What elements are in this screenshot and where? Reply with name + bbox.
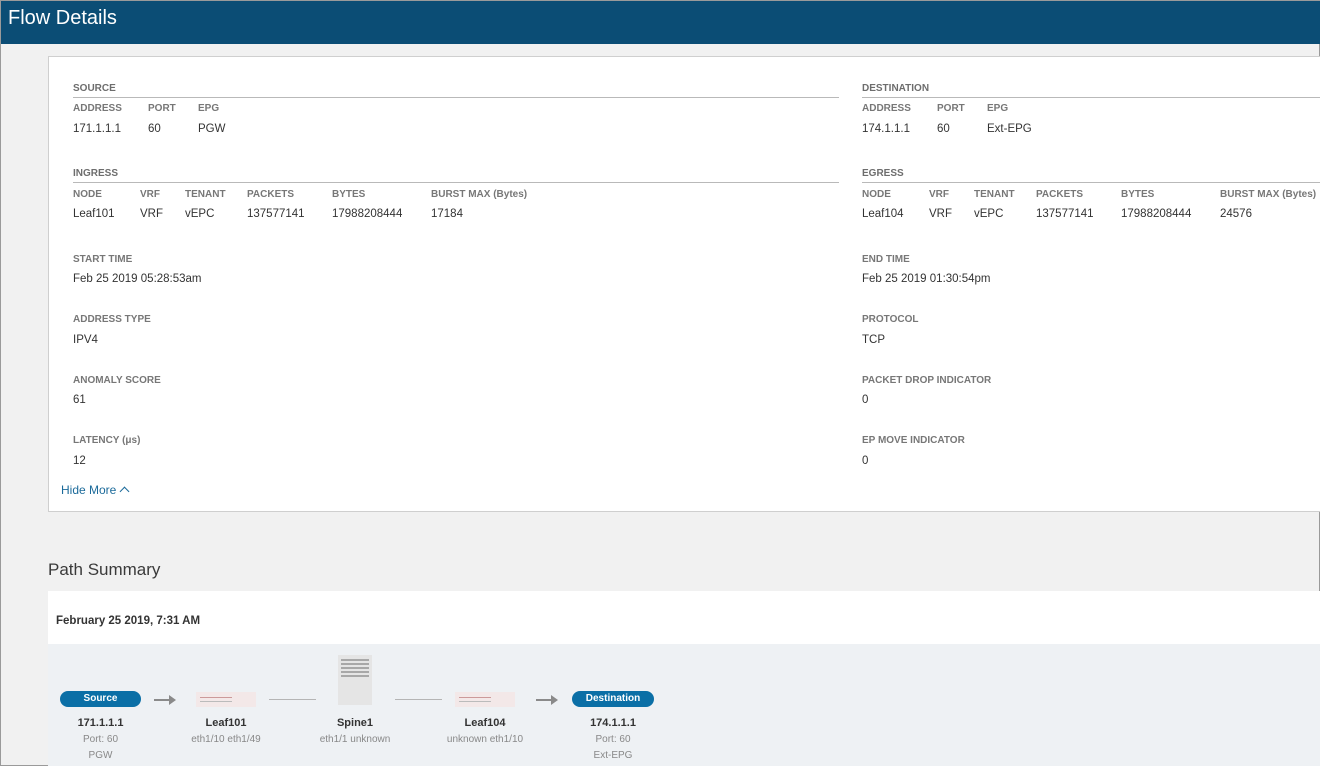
destination-divider [862,97,1320,98]
leaf101-name: Leaf101 [205,717,247,729]
destination-port-value: 60 [937,123,950,135]
hide-more-label: Hide More [61,483,117,497]
destination-address-value: 174.1.1.1 [862,123,910,135]
spine1-name: Spine1 [336,717,374,729]
egress-node-value: Leaf104 [862,208,904,220]
source-epg-value: PGW [198,123,226,135]
source-epg-label: EPG [198,103,220,114]
source-port-label: PORT [148,103,176,114]
flow-details-card: SOURCE ADDRESS PORT EPG 171.1.1.1 60 PGW… [48,56,1320,512]
path-summary-card: February 25 2019, 7:31 AM Source 171.1.1… [48,591,1320,766]
window-title-bar: Flow Details [1,1,1320,44]
source-address: 171.1.1.1 [77,717,124,729]
destination-pill[interactable]: Destination [572,691,654,707]
ingress-bytes-value: 17988208444 [332,208,403,220]
ingress-tenant-label: TENANT [185,189,226,200]
egress-packets-value: 137577141 [1036,208,1094,220]
latency-label: LATENCY (μs) [73,435,141,446]
leaf101-node-icon[interactable] [196,692,256,707]
egress-section-header: EGRESS [862,168,904,179]
anomaly-score-label: ANOMALY SCORE [73,375,161,386]
window-title: Flow Details [8,7,117,29]
destination-section-header: DESTINATION [862,83,930,94]
leaf101-ports: eth1/10 eth1/49 [191,734,261,745]
ingress-node-label: NODE [73,189,102,200]
ep-move-indicator-label: EP MOVE INDICATOR [862,435,965,446]
source-epg: PGW [88,750,113,761]
end-time-value: Feb 25 2019 01:30:54pm [862,273,991,285]
destination-epg-label: EPG [987,103,1009,114]
egress-divider [862,182,1320,183]
path-summary-title: Path Summary [48,560,161,579]
ingress-burst-max-label: BURST MAX (Bytes) [431,189,528,200]
path-summary-date: February 25 2019, 7:31 AM [56,615,201,627]
egress-tenant-label: TENANT [974,189,1015,200]
ingress-burst-max-value: 17184 [431,208,463,220]
ep-move-indicator-value: 0 [862,455,869,467]
source-port: Port: 60 [82,734,119,745]
egress-node-label: NODE [862,189,891,200]
destination-port-label: PORT [937,103,965,114]
latency-value: 12 [73,455,86,467]
egress-bytes-label: BYTES [1121,189,1155,200]
source-port-value: 60 [148,123,161,135]
egress-vrf-label: VRF [929,189,949,200]
protocol-label: PROTOCOL [862,314,919,325]
start-time-label: START TIME [73,254,133,265]
address-type-label: ADDRESS TYPE [73,314,151,325]
anomaly-score-value: 61 [73,394,86,406]
protocol-value: TCP [862,334,885,346]
destination-epg: Ext-EPG [593,750,633,761]
source-address-value: 171.1.1.1 [73,123,121,135]
ingress-packets-value: 137577141 [247,208,305,220]
source-divider [73,97,839,98]
source-pill[interactable]: Source [60,691,141,707]
destination-address-label: ADDRESS [862,103,911,114]
chevron-up-icon [119,486,130,497]
leaf104-node-icon[interactable] [455,692,515,707]
ingress-divider [73,182,839,183]
end-time-label: END TIME [862,254,910,265]
start-time-value: Feb 25 2019 05:28:53am [73,273,202,285]
egress-bytes-value: 17988208444 [1121,208,1192,220]
destination-port: Port: 60 [595,734,631,745]
destination-epg-value: Ext-EPG [987,123,1032,135]
source-section-header: SOURCE [73,83,116,94]
address-type-value: IPV4 [73,334,98,346]
spine1-node-icon[interactable] [338,655,372,705]
egress-tenant-value: vEPC [974,208,1004,220]
ingress-bytes-label: BYTES [332,189,366,200]
ingress-node-value: Leaf101 [73,208,115,220]
egress-burst-max-label: BURST MAX (Bytes) [1220,189,1317,200]
source-address-label: ADDRESS [73,103,122,114]
path-diagram: Source 171.1.1.1 Port: 60 PGW Leaf101 et… [48,644,1320,766]
arrow-right-icon [536,695,558,705]
ingress-vrf-label: VRF [140,189,160,200]
spine1-ports: eth1/1 unknown [319,734,391,745]
ingress-packets-label: PACKETS [247,189,295,200]
ingress-vrf-value: VRF [140,208,163,220]
packet-drop-indicator-label: PACKET DROP INDICATOR [862,375,992,386]
egress-packets-label: PACKETS [1036,189,1084,200]
ingress-section-header: INGRESS [73,168,119,179]
link-spine1-leaf104 [395,699,442,700]
destination-address: 174.1.1.1 [590,717,636,729]
hide-more-link[interactable]: Hide More [61,483,130,497]
link-leaf101-spine1 [269,699,316,700]
arrow-right-icon [154,695,176,705]
egress-burst-max-value: 24576 [1220,208,1252,220]
leaf104-ports: unknown eth1/10 [446,734,524,745]
leaf104-name: Leaf104 [464,717,506,729]
egress-vrf-value: VRF [929,208,952,220]
packet-drop-indicator-value: 0 [862,394,869,406]
ingress-tenant-value: vEPC [185,208,215,220]
